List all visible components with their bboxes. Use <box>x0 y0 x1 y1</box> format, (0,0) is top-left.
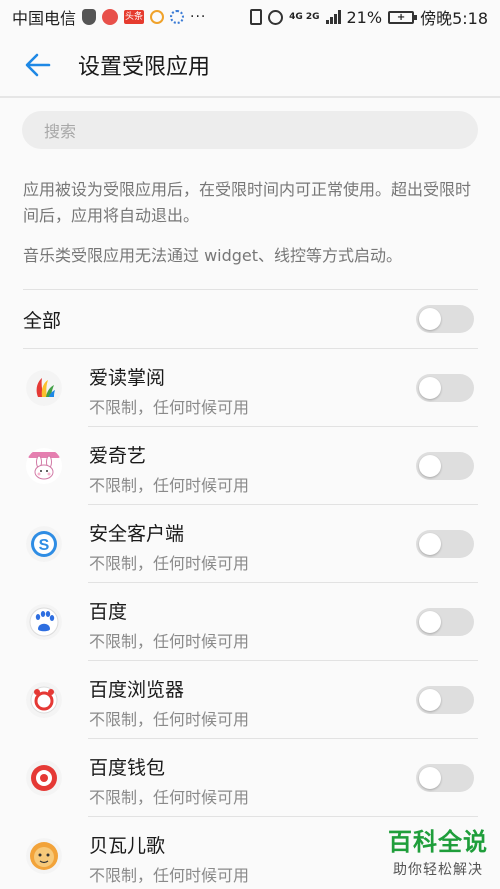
battery-icon: + <box>388 10 418 24</box>
description-text-2: 音乐类受限应用无法通过 widget、线控等方式启动。 <box>23 246 403 265</box>
ireader-icon <box>26 370 62 406</box>
all-apps-label: 全部 <box>23 309 62 332</box>
app-restriction-status: 不限制，任何时候可用 <box>89 632 250 651</box>
baidu-icon <box>26 604 62 640</box>
app-name: 安全客户端 <box>89 523 185 545</box>
app-name: 百度 <box>89 601 128 623</box>
search-placeholder: 搜索 <box>44 122 77 141</box>
battery-percent: 21% <box>346 7 383 27</box>
app-toggle[interactable] <box>416 452 474 480</box>
carrier-label: 中国电信 <box>12 9 77 28</box>
app-row-iqiyi[interactable]: 爱奇艺 不限制，任何时候可用 <box>0 427 500 505</box>
watermark-subtitle: 助你轻松解决 <box>393 862 483 878</box>
app-restriction-status: 不限制，任何时候可用 <box>89 398 250 417</box>
status-bar: 中国电信 头条 ··· 4G 2G 21% + 傍晚5:18 <box>0 0 500 34</box>
back-button[interactable] <box>20 47 56 83</box>
network-type-label: 4G 2G <box>289 12 320 22</box>
settings-notification-icon <box>170 10 185 24</box>
app-row-baidu-wallet[interactable]: 百度钱包 不限制，任何时候可用 <box>0 739 500 817</box>
app-toggle[interactable] <box>416 530 474 558</box>
baidu-browser-icon <box>26 682 62 718</box>
app-restriction-status: 不限制，任何时候可用 <box>89 710 250 729</box>
app-toggle[interactable] <box>416 374 474 402</box>
back-arrow-icon <box>25 53 51 77</box>
signal-icon <box>325 10 341 24</box>
search-input[interactable]: 搜索 <box>22 111 478 149</box>
security-client-icon: S <box>26 526 62 562</box>
all-apps-row[interactable]: 全部 <box>0 290 500 348</box>
vibrate-icon <box>250 9 263 25</box>
app-row-security-client[interactable]: S 安全客户端 不限制，任何时候可用 <box>0 505 500 583</box>
app-row-ireader[interactable]: 爱读掌阅 不限制，任何时候可用 <box>0 349 500 427</box>
description-text-1: 应用被设为受限应用后，在受限时间内可正常使用。超出受限时间后，应用将自动退出。 <box>23 180 472 225</box>
title-bar: 设置受限应用 <box>0 34 500 98</box>
app-restriction-status: 不限制，任何时候可用 <box>89 476 250 495</box>
iqiyi-icon <box>26 448 62 484</box>
app-restriction-status: 不限制，任何时候可用 <box>89 788 250 807</box>
status-bar-right: 4G 2G 21% + 傍晚5:18 <box>250 5 488 29</box>
qq-icon <box>82 9 97 25</box>
page-title: 设置受限应用 <box>78 55 211 80</box>
app-toggle[interactable] <box>416 686 474 714</box>
beva-songs-icon <box>26 838 62 874</box>
app-name: 爱读掌阅 <box>89 367 166 389</box>
app-name: 爱奇艺 <box>89 445 147 467</box>
app-row-baidu-browser[interactable]: 百度浏览器 不限制，任何时候可用 <box>0 661 500 739</box>
app-restriction-status: 不限制，任何时候可用 <box>89 866 250 885</box>
clock: 傍晚5:18 <box>420 9 488 28</box>
more-notifications-icon: ··· <box>190 9 207 25</box>
app-name: 百度浏览器 <box>89 679 185 701</box>
svg-text:S: S <box>39 537 50 554</box>
app-toggle[interactable] <box>416 764 474 792</box>
alarm-icon <box>268 9 284 25</box>
watermark-title: 百科全说 <box>388 828 488 856</box>
app-name: 百度钱包 <box>89 757 166 779</box>
all-apps-toggle[interactable] <box>416 305 474 333</box>
baidu-wallet-icon <box>26 760 62 796</box>
app-restriction-status: 不限制，任何时候可用 <box>89 554 250 573</box>
watermark: 百科全说 助你轻松解决 <box>388 822 488 879</box>
toutiao-icon: 头条 <box>124 10 145 24</box>
app-row-baidu[interactable]: 百度 不限制，任何时候可用 <box>0 583 500 661</box>
weibo-icon <box>102 9 119 25</box>
app-toggle[interactable] <box>416 608 474 636</box>
status-bar-left: 中国电信 头条 ··· <box>12 5 206 29</box>
notification-ring-icon <box>150 10 165 24</box>
app-name: 贝瓦儿歌 <box>89 835 166 857</box>
